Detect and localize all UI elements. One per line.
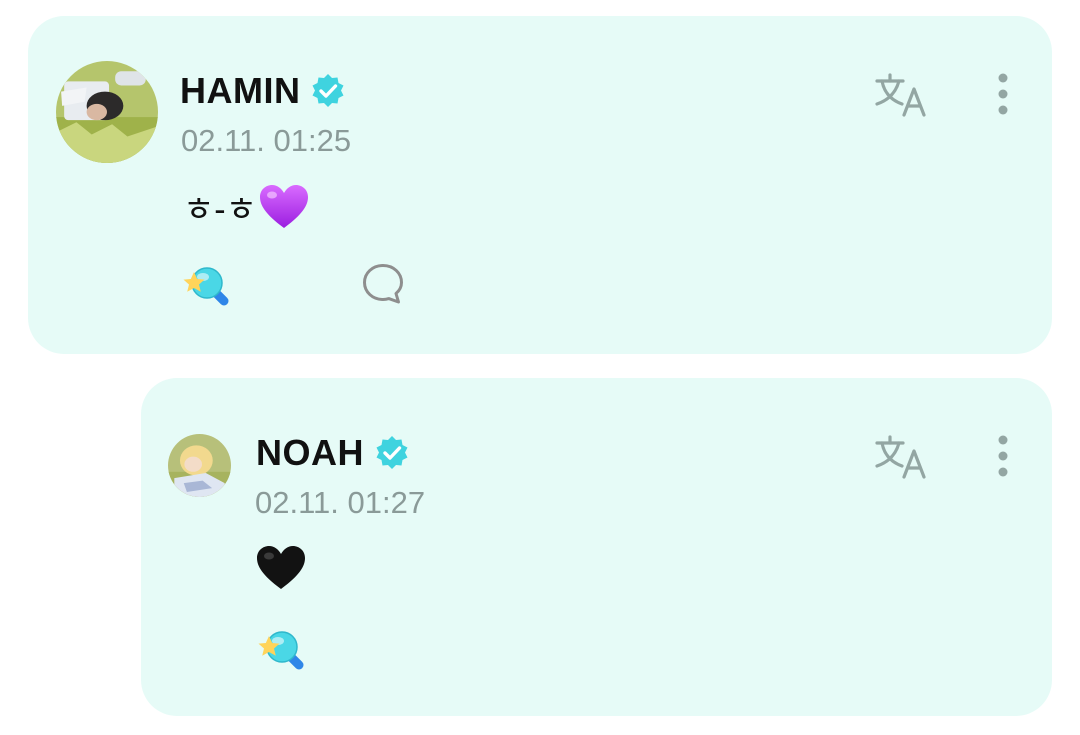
black-heart-icon (256, 545, 306, 591)
post-timestamp: 02.11. 01:27 (255, 485, 426, 520)
reaction-icon[interactable] (182, 260, 232, 308)
purple-heart-icon (259, 184, 309, 230)
reply-card: NOAH 02.11. 01:27 (141, 378, 1052, 716)
post-body (256, 545, 306, 591)
verified-badge-icon (310, 73, 346, 109)
translate-icon[interactable] (874, 434, 932, 480)
avatar[interactable] (56, 61, 158, 163)
more-vertical-icon[interactable] (996, 434, 1010, 480)
post-body: ㅎ-ㅎ (183, 182, 309, 231)
comment-icon[interactable] (361, 262, 405, 306)
verified-badge-icon (374, 435, 410, 471)
post-card: HAMIN 02.11. 01:25 ㅎ-ㅎ (28, 16, 1052, 354)
more-vertical-icon[interactable] (996, 72, 1010, 118)
author-name[interactable]: NOAH (256, 432, 364, 474)
avatar-photo (168, 434, 231, 497)
avatar[interactable] (168, 434, 231, 497)
post-timestamp: 02.11. 01:25 (181, 123, 352, 158)
reaction-icon[interactable] (257, 624, 307, 672)
translate-icon[interactable] (874, 72, 932, 118)
avatar-photo (56, 61, 158, 163)
post-text: ㅎ-ㅎ (183, 191, 257, 229)
author-name[interactable]: HAMIN (180, 70, 300, 112)
